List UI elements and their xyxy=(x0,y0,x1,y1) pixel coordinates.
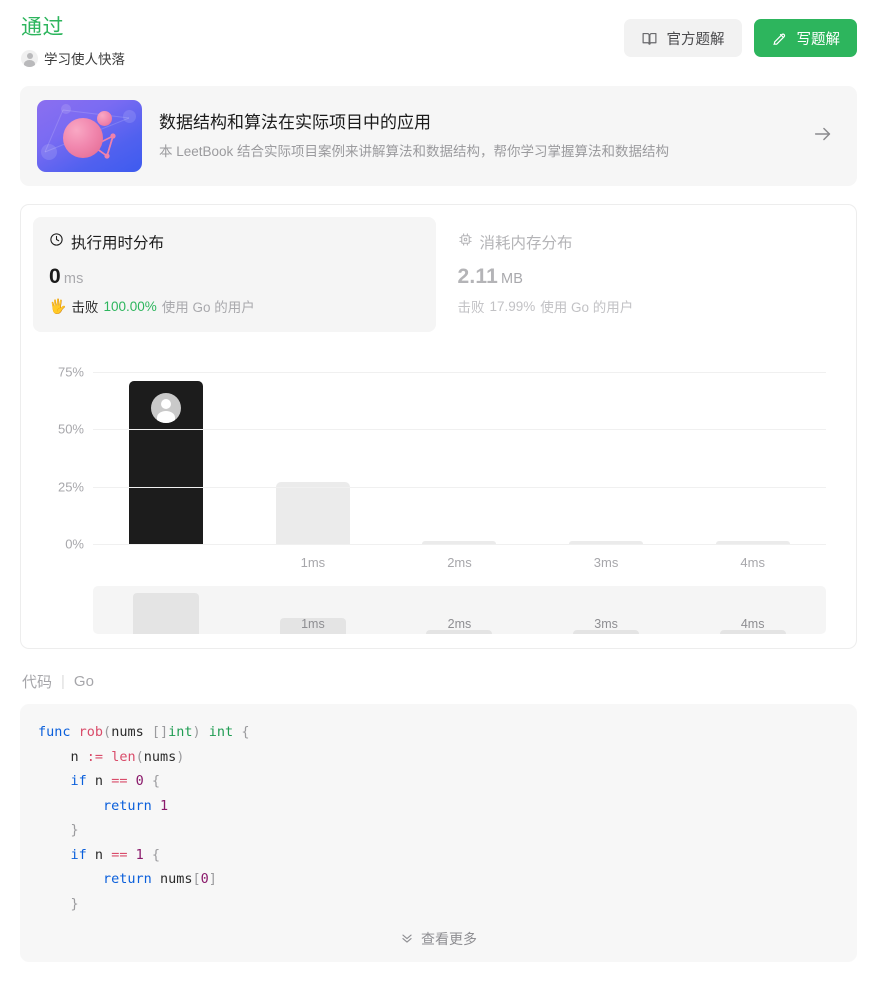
view-more-label: 查看更多 xyxy=(421,931,477,947)
minimap-slot[interactable]: 1ms xyxy=(240,586,387,634)
book-icon xyxy=(641,30,658,47)
memory-beat-row: 击败 17.99% 使用 Go 的用户 xyxy=(458,296,829,316)
minimap-slot[interactable] xyxy=(93,586,240,634)
chart-ytick-label: 75% xyxy=(57,364,84,379)
official-solution-button[interactable]: 官方题解 xyxy=(623,19,742,57)
submission-status: 通过 xyxy=(21,16,64,39)
code-language: Go xyxy=(73,673,94,690)
write-solution-button[interactable]: 写题解 xyxy=(753,19,857,57)
chart-bar-slot[interactable] xyxy=(93,360,240,544)
minimap-label: 3ms xyxy=(594,617,618,631)
memory-beat-label: 击败 xyxy=(457,300,485,315)
code-separator: | xyxy=(61,673,65,690)
result-header: 通过 学习使人快落 官方题解 写题解 xyxy=(20,0,857,68)
runtime-unit: ms xyxy=(63,271,84,287)
chart-bar-slot[interactable]: 1ms xyxy=(240,360,387,570)
user-avatar-icon xyxy=(151,392,182,423)
chart-bar-slot[interactable]: 3ms xyxy=(533,360,680,570)
status-block: 通过 学习使人快落 xyxy=(20,14,125,68)
code-card: func rob(nums []int) int { n := len(nums… xyxy=(20,704,857,962)
edit-pencil-icon xyxy=(771,30,788,47)
memory-beat-percent: 17.99% xyxy=(489,298,536,314)
minimap-label: 4ms xyxy=(740,617,765,631)
clock-icon xyxy=(49,232,64,252)
leetbook-cover-icon xyxy=(37,100,142,172)
tab-memory-label: 消耗内存分布 xyxy=(479,235,573,252)
official-solution-label: 官方题解 xyxy=(666,31,725,48)
tab-memory-head: 消耗内存分布 xyxy=(458,231,829,253)
submission-result-page: 通过 学习使人快落 官方题解 写题解 数据结构和算法在实际项目中的应用 本 Le… xyxy=(0,0,877,991)
promo-title: 数据结构和算法在实际项目中的应用 xyxy=(159,112,431,132)
statistics-card: 执行用时分布 0 ms 🖐 击败 100.00% 使用 Go 的用户 消耗内存分… xyxy=(20,204,857,649)
runtime-beat-row: 🖐 击败 100.00% 使用 Go 的用户 xyxy=(49,296,420,316)
minimap-slot[interactable]: 2ms xyxy=(386,586,533,634)
minimap-bar xyxy=(133,593,200,634)
tab-memory-distribution[interactable]: 消耗内存分布 2.11 MB 击败 17.99% 使用 Go 的用户 xyxy=(442,217,845,332)
promo-text: 数据结构和算法在实际项目中的应用 本 LeetBook 结合实际项目案例来讲解算… xyxy=(159,111,795,162)
minimap-slot[interactable]: 3ms xyxy=(533,586,680,634)
chart-ytick-label: 25% xyxy=(57,479,84,494)
chart-bars: 1ms 2ms 3ms 4ms xyxy=(93,360,826,570)
minimap-label: 2ms xyxy=(447,617,472,631)
runtime-beat-tail: 使用 Go 的用户 xyxy=(161,300,255,315)
memory-beat-tail: 使用 Go 的用户 xyxy=(540,300,634,315)
tab-runtime-label: 执行用时分布 xyxy=(71,235,165,252)
submission-author: 学习使人快落 xyxy=(21,48,125,68)
chart-ytick-label: 50% xyxy=(57,421,84,437)
minimap-label: 1ms xyxy=(301,617,325,631)
runtime-value: 0 xyxy=(49,265,61,288)
tab-runtime-head: 执行用时分布 xyxy=(49,231,420,253)
chart-gridline xyxy=(93,544,826,545)
minimap-bars: 1ms 2ms 3ms 4ms xyxy=(93,586,826,634)
chart-gridline xyxy=(93,371,826,373)
chart-bar-slot[interactable]: 2ms xyxy=(386,360,533,570)
chart-gridline xyxy=(93,486,826,488)
clapping-hands-icon: 🖐 xyxy=(49,298,67,314)
arrow-right-icon[interactable] xyxy=(812,123,839,150)
chart-xtick-label: 3ms xyxy=(593,555,619,570)
chart-minimap-brush[interactable]: 1ms 2ms 3ms 4ms xyxy=(93,586,826,634)
runtime-distribution-chart: 1ms 2ms 3ms 4ms 0% 25% 50% 75% xyxy=(33,346,844,576)
code-section-header: 代码 | Go xyxy=(20,671,857,692)
chart-ytick-label: 0% xyxy=(65,536,84,552)
chevron-double-down-icon xyxy=(400,931,414,948)
chart-bar[interactable] xyxy=(129,380,204,544)
user-name: 学习使人快落 xyxy=(44,52,125,67)
runtime-value-row: 0 ms xyxy=(49,265,420,289)
memory-value: 2.11 xyxy=(457,265,499,288)
tab-runtime-distribution[interactable]: 执行用时分布 0 ms 🖐 击败 100.00% 使用 Go 的用户 xyxy=(33,217,436,332)
code-label: 代码 xyxy=(22,674,53,691)
chart-xtick-label: 1ms xyxy=(300,555,326,570)
minimap-slot[interactable]: 4ms xyxy=(679,586,826,634)
runtime-beat-label: 击败 xyxy=(71,300,99,315)
chart-xtick-label: 2ms xyxy=(447,555,472,570)
runtime-beat-percent: 100.00% xyxy=(103,298,157,314)
write-solution-label: 写题解 xyxy=(796,31,841,48)
header-actions: 官方题解 写题解 xyxy=(623,14,857,57)
chart-gridline xyxy=(93,429,826,430)
memory-unit: MB xyxy=(501,271,524,287)
user-avatar-icon xyxy=(21,49,38,67)
view-more-button[interactable]: 查看更多 xyxy=(20,916,857,962)
chart-bar[interactable] xyxy=(275,481,350,544)
promo-subtitle: 本 LeetBook 结合实际项目案例来讲解算法和数据结构，帮你学习掌握算法和数… xyxy=(159,143,670,159)
chart-bar-slot[interactable]: 4ms xyxy=(679,360,826,570)
stats-tabs: 执行用时分布 0 ms 🖐 击败 100.00% 使用 Go 的用户 消耗内存分… xyxy=(33,217,844,332)
leetbook-promo-card[interactable]: 数据结构和算法在实际项目中的应用 本 LeetBook 结合实际项目案例来讲解算… xyxy=(20,86,857,186)
chart-plot-area: 1ms 2ms 3ms 4ms 0% 25% 50% 75% xyxy=(58,360,826,570)
chart-xtick-label: 4ms xyxy=(740,555,765,570)
code-block[interactable]: func rob(nums []int) int { n := len(nums… xyxy=(20,720,857,916)
memory-chip-icon xyxy=(458,232,473,252)
memory-value-row: 2.11 MB xyxy=(458,265,829,289)
